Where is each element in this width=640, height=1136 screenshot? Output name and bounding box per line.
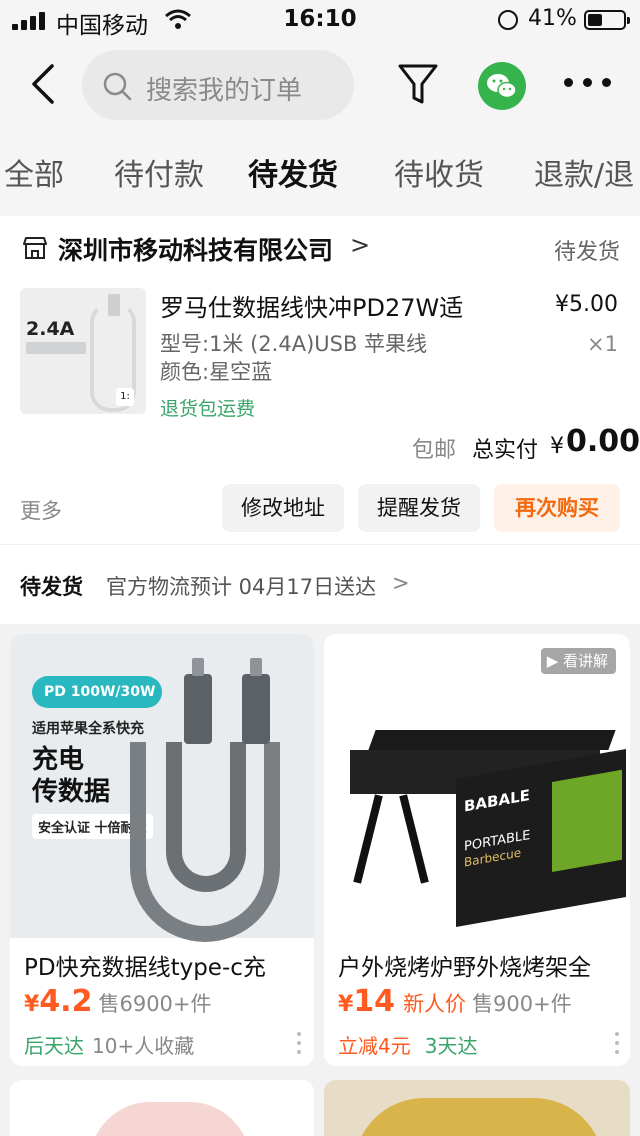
more-icon[interactable] [564, 78, 612, 90]
return-shipping-badge: 退货包运费 [160, 398, 256, 420]
status-bar: 中国移动 16:10 41% [0, 0, 640, 40]
video-explain-badge[interactable]: ▶ 看讲解 [540, 648, 616, 674]
promo-label: 新人价 [403, 992, 467, 1016]
search-placeholder: 搜索我的订单 [146, 76, 303, 106]
grill-leg-graphic [353, 794, 383, 884]
search-input[interactable]: 搜索我的订单 [82, 50, 354, 120]
thumbnail-text: 2.4A [26, 318, 75, 340]
more-actions-link[interactable]: 更多 [20, 495, 62, 525]
product-image [90, 1102, 250, 1136]
product-spec: 型号:1米 (2.4A)USB 苹果线 [160, 332, 428, 356]
price-value: 4.2 [39, 984, 93, 1019]
product-title: 户外烧烤炉野外烧烤架全 [338, 955, 591, 981]
sold-count: 售6900+件 [98, 992, 212, 1016]
thumbnail-caption-bar [26, 342, 86, 354]
more-options-icon[interactable] [614, 1032, 620, 1054]
product-card[interactable] [10, 1080, 314, 1136]
image-headline-line2: 传数据 [32, 777, 111, 807]
connector-graphic [184, 658, 212, 744]
delivery-tag: 后天达 [24, 1034, 84, 1058]
chevron-right-icon: > [392, 571, 410, 595]
product-image[interactable]: PD 100W/30W 适用苹果全系快充 充电 传数据 安全认证 十倍耐造 [10, 634, 314, 942]
price-currency: ¥ [24, 992, 40, 1017]
back-arrow-icon[interactable] [26, 62, 62, 106]
price-value: 14 [353, 984, 396, 1019]
tags-row: 立减4元 3天达 [338, 1030, 477, 1059]
product-price: ¥5.00 [555, 292, 618, 317]
battery-percent: 41% [528, 6, 577, 31]
grill-leg-graphic [399, 794, 429, 884]
store-name[interactable]: 深圳市移动科技有限公司 [58, 231, 333, 267]
wechat-icon[interactable] [478, 62, 526, 110]
order-status: 待发货 [553, 240, 620, 265]
cable-graphic [166, 742, 246, 892]
tab-refund[interactable]: 退款/退 [534, 150, 634, 194]
total-paid-value: 0.00 [566, 424, 640, 459]
brand-text: BABALE [464, 785, 530, 816]
filter-icon[interactable] [396, 62, 440, 106]
price-row: ¥4.2 售6900+件 [24, 984, 212, 1019]
delivery-estimate[interactable]: 待发货 官方物流预计 04月17日送达 > [0, 544, 640, 624]
product-image[interactable]: ▶ 看讲解 BABALE PORTABLE Barbecue [324, 634, 628, 938]
discount-tag: 立减4元 [338, 1034, 411, 1058]
power-badge: PD 100W/30W [32, 676, 162, 708]
total-paid-label: 总实付 [472, 438, 539, 463]
thumbnail-tag: 1: [116, 388, 134, 406]
header-bar: 搜索我的订单 [0, 40, 640, 132]
battery-icon [584, 10, 630, 30]
modify-address-button[interactable]: 修改地址 [222, 484, 344, 532]
favorites-count: 10+人收藏 [92, 1034, 195, 1058]
chevron-right-icon: > [350, 231, 371, 259]
more-options-icon[interactable] [296, 1032, 302, 1054]
price-row: ¥14 新人价 售900+件 [338, 984, 572, 1019]
rotation-lock-icon [498, 10, 518, 30]
tab-pending-shipment[interactable]: 待发货 [248, 150, 338, 194]
connector-graphic [242, 658, 270, 744]
delivery-tag: 3天达 [424, 1034, 478, 1058]
grill-graphic [368, 730, 616, 750]
buy-again-button[interactable]: 再次购买 [494, 484, 620, 532]
remind-ship-button[interactable]: 提醒发货 [358, 484, 480, 532]
free-shipping-label: 包邮 [412, 438, 457, 463]
store-icon [23, 237, 47, 259]
image-caption: 适用苹果全系快充 [32, 721, 144, 737]
delivery-info: 官方物流预计 04月17日送达 [106, 575, 377, 599]
product-image [354, 1098, 604, 1136]
packaging-graphic: BABALE PORTABLE Barbecue [456, 749, 626, 927]
product-card[interactable]: PD 100W/30W 适用苹果全系快充 充电 传数据 安全认证 十倍耐造 PD… [10, 634, 314, 1066]
packaging-stripe [552, 769, 622, 873]
price-currency: ¥ [338, 992, 354, 1017]
order-tabs: 全部 待付款 待发货 待收货 退款/退 [0, 132, 640, 216]
product-title[interactable]: 罗马仕数据线快冲PD27W适 [160, 288, 463, 323]
tab-all[interactable]: 全部 [4, 150, 64, 194]
image-headline-line1: 充电 [32, 745, 85, 775]
tags-row: 后天达 10+人收藏 [24, 1030, 194, 1059]
product-quantity: ×1 [587, 332, 618, 356]
plug-graphic [108, 294, 120, 316]
product-card[interactable]: ▶ 看讲解 BABALE PORTABLE Barbecue 户外烧烤炉野外烧烤… [324, 634, 630, 1066]
order-card[interactable]: 深圳市移动科技有限公司 > 待发货 2.4A 1: 罗马仕数据线快冲PD27W适… [0, 216, 640, 544]
image-headline: 充电 传数据 [32, 744, 110, 808]
product-thumbnail[interactable]: 2.4A 1: [20, 288, 146, 414]
tab-pending-payment[interactable]: 待付款 [114, 150, 204, 194]
search-icon [103, 72, 132, 101]
product-title: PD快充数据线type-c充 [24, 955, 266, 981]
tab-pending-receipt[interactable]: 待收货 [394, 150, 484, 194]
product-card[interactable] [324, 1080, 630, 1136]
sold-count: 售900+件 [472, 992, 572, 1016]
delivery-status-tag: 待发货 [20, 575, 83, 599]
product-color: 颜色:星空蓝 [160, 360, 273, 384]
total-currency: ¥ [550, 434, 564, 459]
